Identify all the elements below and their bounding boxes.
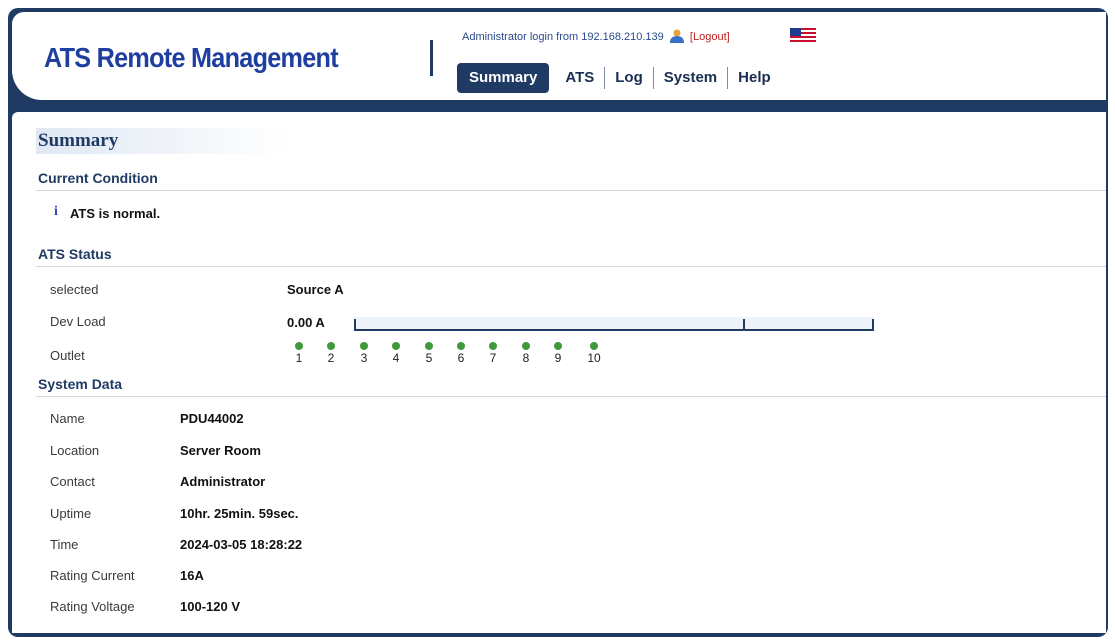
system-data-heading: System Data — [38, 376, 123, 392]
load-bar-tick — [354, 319, 356, 331]
outlet-number: 2 — [327, 351, 335, 365]
outlet-status-dot — [295, 342, 303, 350]
brand-title: ATS Remote Management — [44, 42, 339, 73]
info-icon: i — [54, 204, 58, 219]
content-panel: Summary Current Condition i ATS is norma… — [12, 112, 1106, 633]
outlet-10: 10 — [583, 342, 605, 365]
outlet-3: 3 — [356, 342, 372, 365]
outlet-status-dot — [554, 342, 562, 350]
system-row-value: 2024-03-05 18:28:22 — [180, 537, 303, 552]
dev-load-label: Dev Load — [50, 314, 106, 329]
system-row-value: PDU44002 — [180, 411, 244, 426]
system-row-value: 16A — [180, 568, 204, 583]
outlet-5: 5 — [421, 342, 437, 365]
outlet-2: 2 — [323, 342, 339, 365]
system-row-value: Administrator — [180, 474, 266, 489]
system-row-label: Rating Current — [50, 568, 135, 583]
divider — [36, 266, 1106, 267]
outlet-status-dot — [360, 342, 368, 350]
outlet-number: 8 — [522, 351, 530, 365]
load-bar-baseline — [354, 329, 874, 331]
condition-message: ATS is normal. — [70, 206, 161, 221]
ats-status-heading: ATS Status — [38, 246, 112, 262]
outlet-status-dot — [425, 342, 433, 350]
current-condition-heading: Current Condition — [38, 170, 158, 186]
nav-system[interactable]: System — [652, 67, 727, 89]
header-divider — [430, 40, 433, 76]
system-row-value: 100-120 V — [180, 599, 240, 614]
page-title: Summary — [36, 128, 288, 154]
dev-load-value: 0.00 A — [287, 315, 325, 330]
dev-load-bar — [354, 317, 874, 331]
outlet-number: 10 — [587, 351, 601, 365]
nav-ats[interactable]: ATS — [555, 67, 604, 89]
main-nav: Summary ATS Log System Help — [457, 63, 781, 93]
outlet-status-dot — [590, 342, 598, 350]
outlet-status-dot — [327, 342, 335, 350]
load-bar-tick — [872, 319, 874, 331]
system-row-value: 10hr. 25min. 59sec. — [180, 506, 299, 521]
outlet-6: 6 — [453, 342, 469, 365]
login-text: Administrator login from 192.168.210.139 — [462, 31, 664, 43]
nav-help[interactable]: Help — [727, 67, 781, 89]
divider — [36, 396, 1106, 397]
outlet-number: 3 — [360, 351, 368, 365]
header: ATS Remote Management Administrator logi… — [12, 12, 1106, 100]
us-flag-icon[interactable] — [790, 28, 816, 42]
outlet-status-dot — [489, 342, 497, 350]
outlet-9: 9 — [550, 342, 566, 365]
login-info: Administrator login from 192.168.210.139… — [462, 29, 730, 43]
system-row-label: Time — [50, 537, 79, 552]
system-row-label: Contact — [50, 474, 95, 489]
system-row-label: Uptime — [50, 506, 92, 521]
system-row-value: Server Room — [180, 443, 261, 458]
nav-log[interactable]: Log — [604, 67, 653, 89]
outlet-number: 4 — [392, 351, 400, 365]
outlet-status-dot — [392, 342, 400, 350]
load-bar-tick — [743, 319, 745, 331]
divider — [36, 190, 1106, 191]
outlet-number: 7 — [489, 351, 497, 365]
outlet-number: 1 — [295, 351, 303, 365]
outlet-number: 9 — [554, 351, 562, 365]
outlet-8: 8 — [518, 342, 534, 365]
user-icon — [669, 29, 684, 43]
system-row-label: Rating Voltage — [50, 599, 135, 614]
logout-link[interactable]: [Logout] — [690, 31, 730, 43]
outlet-4: 4 — [388, 342, 404, 365]
outlet-status-dot — [457, 342, 465, 350]
system-row-label: Name — [50, 411, 85, 426]
outlet-status-dot — [522, 342, 530, 350]
selected-source-value: Source A — [287, 282, 344, 297]
outlet-number: 5 — [425, 351, 433, 365]
outlet-1: 1 — [291, 342, 307, 365]
outlet-7: 7 — [485, 342, 501, 365]
selected-label: selected — [50, 282, 99, 297]
system-row-label: Location — [50, 443, 100, 458]
outlet-number: 6 — [457, 351, 465, 365]
nav-summary[interactable]: Summary — [457, 63, 550, 93]
outlet-label: Outlet — [50, 348, 85, 363]
